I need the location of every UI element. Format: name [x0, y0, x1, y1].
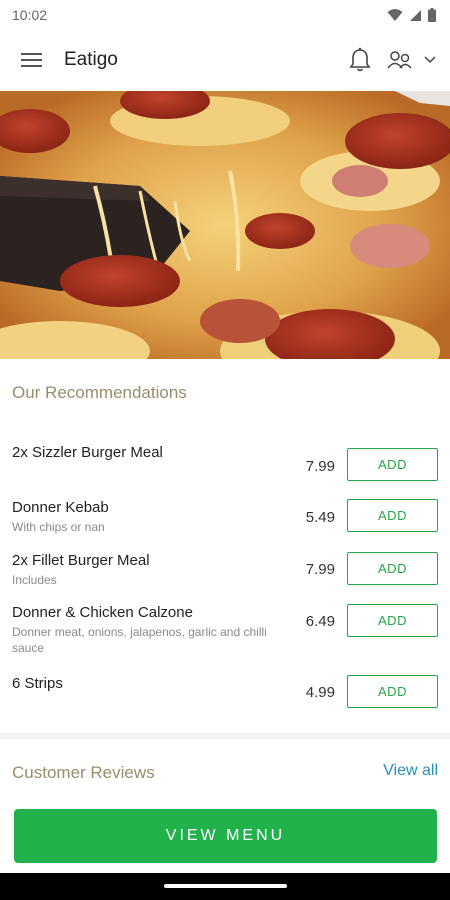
recommendations-title: Our Recommendations	[12, 383, 187, 402]
list-item: Donner Kebab With chips or nan 5.49 ADD	[0, 499, 450, 543]
item-description: Donner meat, onions, jalapenos, garlic a…	[12, 625, 267, 655]
item-price: 6.49	[305, 613, 335, 630]
users-icon	[387, 51, 412, 69]
chevron-down-icon	[424, 56, 436, 64]
notification-bell-icon[interactable]	[348, 47, 372, 73]
battery-icon	[428, 8, 436, 22]
app-bar: Eatigo	[0, 30, 450, 90]
item-name: Donner & Chicken Calzone	[12, 604, 193, 621]
status-bar: 10:02	[0, 0, 450, 30]
view-all-link[interactable]: View all	[383, 762, 438, 780]
menu-icon[interactable]	[20, 51, 44, 69]
account-dropdown[interactable]	[386, 49, 436, 71]
list-item: 2x Sizzler Burger Meal 7.99 ADD	[0, 444, 450, 488]
list-item: 6 Strips 4.99 ADD	[0, 675, 450, 719]
view-menu-button[interactable]: VIEW MENU	[14, 809, 437, 863]
pizza-image	[0, 91, 450, 359]
item-name: 6 Strips	[12, 675, 63, 692]
cell-signal-icon	[410, 9, 421, 21]
status-icons	[387, 8, 436, 22]
add-button[interactable]: ADD	[347, 604, 438, 637]
system-nav-bar	[0, 873, 450, 900]
add-button[interactable]: ADD	[347, 448, 438, 481]
item-name: 2x Sizzler Burger Meal	[12, 444, 163, 461]
item-price: 4.99	[305, 684, 335, 701]
list-item: Donner & Chicken Calzone Donner meat, on…	[0, 604, 450, 660]
add-button[interactable]: ADD	[347, 675, 438, 708]
item-description: Includes	[12, 573, 57, 587]
item-price: 5.49	[305, 509, 335, 526]
item-price: 7.99	[305, 561, 335, 578]
wifi-icon	[387, 9, 403, 21]
add-button[interactable]: ADD	[347, 499, 438, 532]
section-divider	[0, 733, 450, 739]
item-name: Donner Kebab	[12, 499, 109, 516]
home-indicator[interactable]	[164, 884, 287, 888]
item-price: 7.99	[305, 458, 335, 475]
app-title: Eatigo	[64, 49, 118, 70]
hero-image	[0, 91, 450, 359]
reviews-title: Customer Reviews	[12, 763, 155, 782]
status-time: 10:02	[12, 7, 48, 23]
list-item: 2x Fillet Burger Meal Includes 7.99 ADD	[0, 552, 450, 596]
add-button[interactable]: ADD	[347, 552, 438, 585]
app-bar-actions	[348, 47, 436, 73]
item-description: With chips or nan	[12, 520, 105, 534]
item-name: 2x Fillet Burger Meal	[12, 552, 150, 569]
